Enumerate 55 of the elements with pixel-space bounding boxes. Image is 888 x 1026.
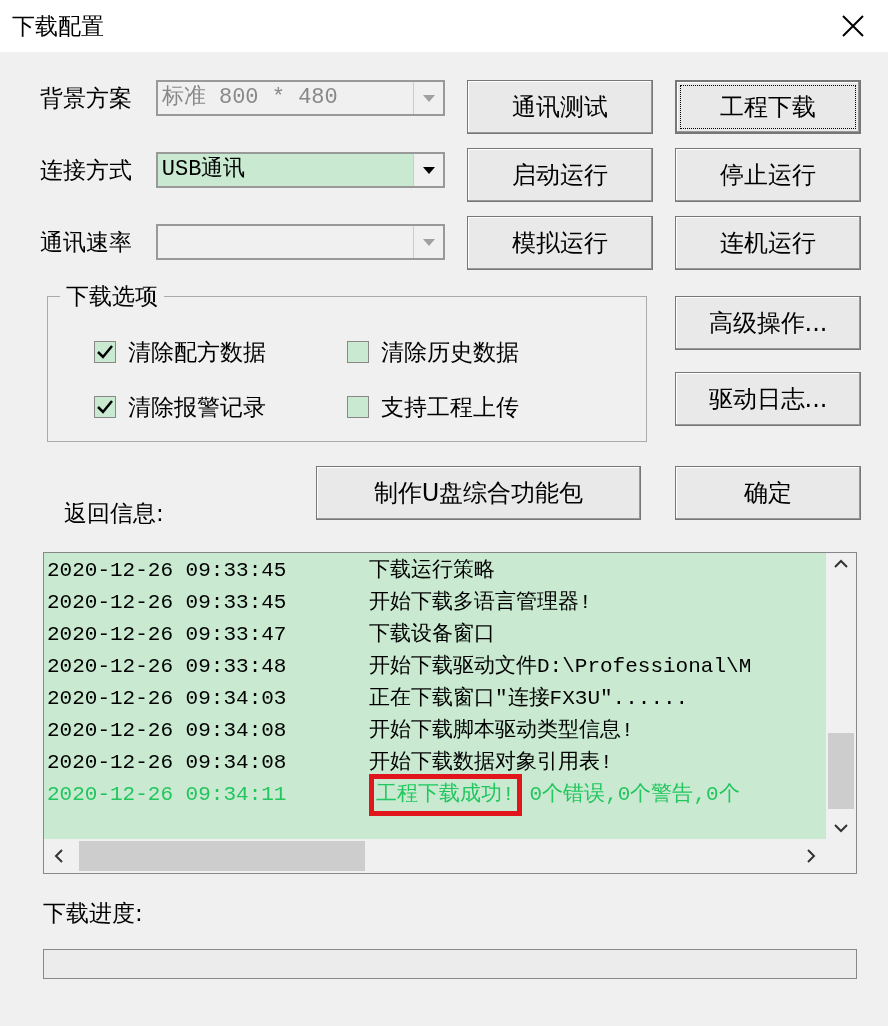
progress-label: 下载进度:: [43, 899, 144, 928]
scrollbar-thumb[interactable]: [79, 841, 365, 871]
log-time: 2020-12-26 09:34:08: [46, 718, 288, 745]
log-detail: 0个错误,0个警告,0个: [529, 781, 740, 809]
checkbox-label: 清除配方数据: [128, 338, 266, 367]
vertical-scrollbar[interactable]: [826, 553, 856, 839]
log-message: 正在下载窗口"连接FX3U"......: [369, 685, 689, 713]
close-icon[interactable]: [842, 15, 864, 37]
log-time: 2020-12-26 09:34:11: [46, 782, 288, 809]
log-message: 开始下载驱动文件D:\Professional\M: [369, 653, 752, 681]
log-message: 工程下载成功!: [369, 774, 522, 816]
log-time: 2020-12-26 09:33:47: [46, 622, 288, 649]
checkbox[interactable]: [347, 395, 369, 418]
window-title: 下载配置: [12, 11, 104, 41]
check-icon: [97, 345, 113, 360]
caret-icon: [422, 94, 435, 102]
dialog-button[interactable]: 确定: [675, 466, 861, 520]
checkbox[interactable]: [94, 341, 116, 364]
horizontal-scrollbar[interactable]: [44, 839, 856, 873]
dialog-button[interactable]: 高级操作...: [675, 296, 861, 350]
log-time: 2020-12-26 09:34:03: [46, 686, 288, 713]
checkbox[interactable]: [94, 395, 116, 418]
dialog-button[interactable]: 启动运行: [467, 148, 653, 202]
checkbox-label: 清除历史数据: [381, 338, 519, 367]
field-label: 背景方案: [40, 83, 133, 113]
log-message: 开始下载脚本驱动类型信息!: [369, 717, 634, 745]
field-label: 连接方式: [40, 155, 133, 185]
log-message: 开始下载多语言管理器!: [369, 589, 592, 617]
dialog-button[interactable]: 停止运行: [675, 148, 861, 202]
dialog-button[interactable]: 驱动日志...: [675, 372, 861, 426]
checkbox-label: 清除报警记录: [128, 392, 266, 422]
log-time: 2020-12-26 09:33:45: [46, 558, 288, 585]
log-message: 下载设备窗口: [369, 621, 495, 649]
dialog-button[interactable]: 连机运行: [675, 216, 861, 270]
log-time: 2020-12-26 09:34:08: [46, 750, 288, 777]
scrollbar-thumb[interactable]: [828, 733, 854, 809]
dialog-button[interactable]: 制作U盘综合功能包: [316, 466, 641, 520]
log-message: 开始下载数据对象引用表!: [369, 749, 613, 777]
dropdown-field[interactable]: USB通讯: [155, 152, 445, 188]
check-icon: [97, 399, 113, 414]
log-message: 下载运行策略: [369, 557, 495, 585]
checkbox[interactable]: [347, 341, 369, 364]
checkbox-label: 支持工程上传: [381, 392, 519, 422]
log-time: 2020-12-26 09:33:45: [46, 590, 288, 617]
caret-icon: [422, 166, 435, 174]
dialog-button[interactable]: 通讯测试: [467, 80, 653, 134]
log-label: 返回信息:: [64, 498, 165, 528]
field-value: USB通讯: [160, 155, 247, 184]
dialog-button[interactable]: 模拟运行: [467, 216, 653, 270]
dropdown-arrow-button[interactable]: [413, 154, 443, 186]
dialog-button[interactable]: 工程下载: [675, 80, 861, 134]
log-time: 2020-12-26 09:33:48: [46, 654, 288, 681]
field-value: 标准 800 * 480: [160, 84, 339, 112]
caret-icon: [422, 238, 435, 246]
field-label: 通讯速率: [40, 227, 133, 257]
